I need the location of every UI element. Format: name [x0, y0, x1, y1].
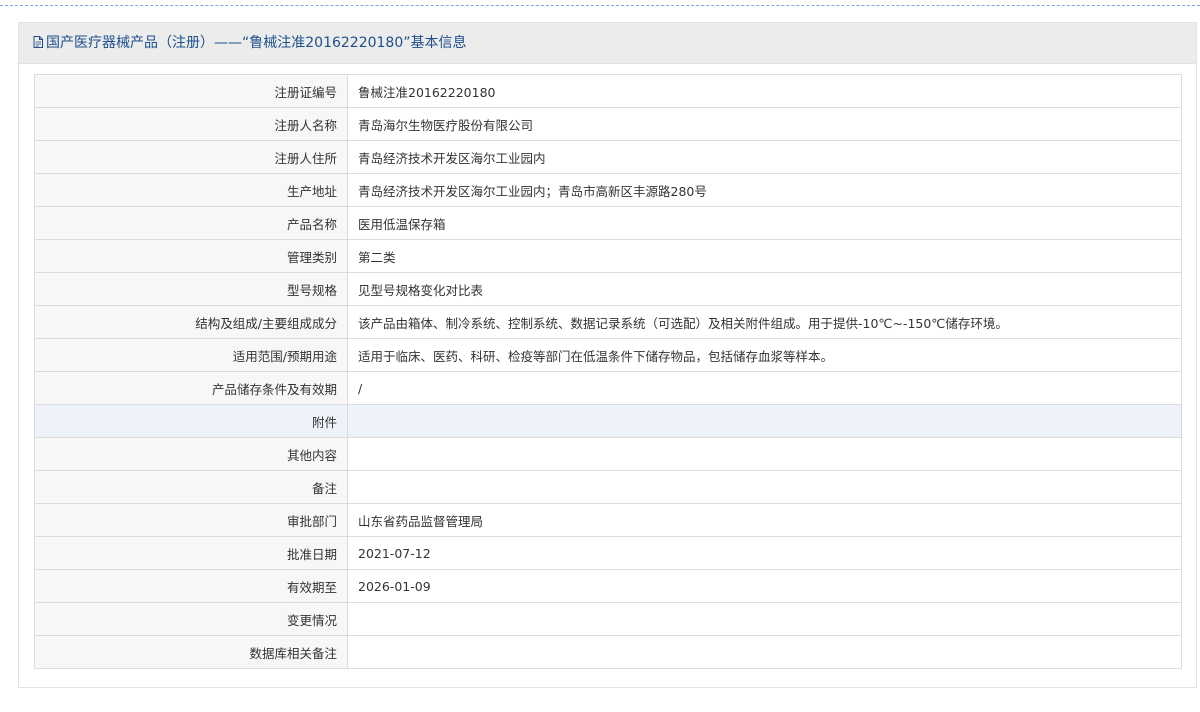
top-dashed-rule [0, 5, 1200, 6]
row-label: 注册证编号 [34, 74, 348, 108]
row-label: 附件 [34, 404, 348, 438]
row-value: 青岛经济技术开发区海尔工业园内 [347, 140, 1182, 174]
row-label: 审批部门 [34, 503, 348, 537]
table-row-hovered: 附件 [34, 404, 1182, 438]
document-icon [33, 35, 43, 48]
row-label: 适用范围/预期用途 [34, 338, 348, 372]
table-row: 备注 [34, 470, 1182, 504]
table-row: 注册人名称 青岛海尔生物医疗股份有限公司 [34, 107, 1182, 141]
row-label: 型号规格 [34, 272, 348, 306]
row-label: 生产地址 [34, 173, 348, 207]
row-value: 青岛经济技术开发区海尔工业园内；青岛市高新区丰源路280号 [347, 173, 1182, 207]
row-label: 注册人名称 [34, 107, 348, 141]
table-row: 产品储存条件及有效期 / [34, 371, 1182, 405]
table-row: 型号规格 见型号规格变化对比表 [34, 272, 1182, 306]
table-row: 注册人住所 青岛经济技术开发区海尔工业园内 [34, 140, 1182, 174]
panel-header: 国产医疗器械产品（注册）——“鲁械注准20162220180”基本信息 [19, 23, 1196, 64]
table-row: 注册证编号 鲁械注准20162220180 [34, 74, 1182, 108]
row-value: 2021-07-12 [347, 536, 1182, 570]
table-row: 审批部门 山东省药品监督管理局 [34, 503, 1182, 537]
row-value: / [347, 371, 1182, 405]
panel-body: 注册证编号 鲁械注准20162220180 注册人名称 青岛海尔生物医疗股份有限公司… [19, 64, 1196, 687]
table-row: 有效期至 2026-01-09 [34, 569, 1182, 603]
row-value: 青岛海尔生物医疗股份有限公司 [347, 107, 1182, 141]
table-row: 结构及组成/主要组成成分 该产品由箱体、制冷系统、控制系统、数据记录系统（可选配）… [34, 305, 1182, 339]
table-row: 其他内容 [34, 437, 1182, 471]
info-table: 注册证编号 鲁械注准20162220180 注册人名称 青岛海尔生物医疗股份有限公司… [34, 74, 1182, 669]
table-row: 管理类别 第二类 [34, 239, 1182, 273]
row-value: 鲁械注准20162220180 [347, 74, 1182, 108]
table-row: 批准日期 2021-07-12 [34, 536, 1182, 570]
row-label: 结构及组成/主要组成成分 [34, 305, 348, 339]
row-label: 其他内容 [34, 437, 348, 471]
table-row: 生产地址 青岛经济技术开发区海尔工业园内；青岛市高新区丰源路280号 [34, 173, 1182, 207]
row-value: 第二类 [347, 239, 1182, 273]
row-value [347, 404, 1182, 438]
row-label: 批准日期 [34, 536, 348, 570]
row-value: 见型号规格变化对比表 [347, 272, 1182, 306]
table-row: 数据库相关备注 [34, 635, 1182, 669]
page-title: 国产医疗器械产品（注册）——“鲁械注准20162220180”基本信息 [46, 35, 467, 51]
row-value: 2026-01-09 [347, 569, 1182, 603]
table-row: 变更情况 [34, 602, 1182, 636]
row-label: 备注 [34, 470, 348, 504]
row-value [347, 470, 1182, 504]
row-value [347, 635, 1182, 669]
table-row: 适用范围/预期用途 适用于临床、医药、科研、检疫等部门在低温条件下储存物品，包括储… [34, 338, 1182, 372]
row-label: 产品储存条件及有效期 [34, 371, 348, 405]
row-label: 数据库相关备注 [34, 635, 348, 669]
row-label: 变更情况 [34, 602, 348, 636]
row-label: 管理类别 [34, 239, 348, 273]
row-value [347, 602, 1182, 636]
table-row: 产品名称 医用低温保存箱 [34, 206, 1182, 240]
row-value: 该产品由箱体、制冷系统、控制系统、数据记录系统（可选配）及相关附件组成。用于提供… [347, 305, 1182, 339]
row-label: 有效期至 [34, 569, 348, 603]
row-label: 产品名称 [34, 206, 348, 240]
row-value [347, 437, 1182, 471]
row-value: 山东省药品监督管理局 [347, 503, 1182, 537]
row-label: 注册人住所 [34, 140, 348, 174]
info-panel: 国产医疗器械产品（注册）——“鲁械注准20162220180”基本信息 注册证编… [18, 22, 1197, 688]
row-value: 医用低温保存箱 [347, 206, 1182, 240]
row-value: 适用于临床、医药、科研、检疫等部门在低温条件下储存物品，包括储存血浆等样本。 [347, 338, 1182, 372]
